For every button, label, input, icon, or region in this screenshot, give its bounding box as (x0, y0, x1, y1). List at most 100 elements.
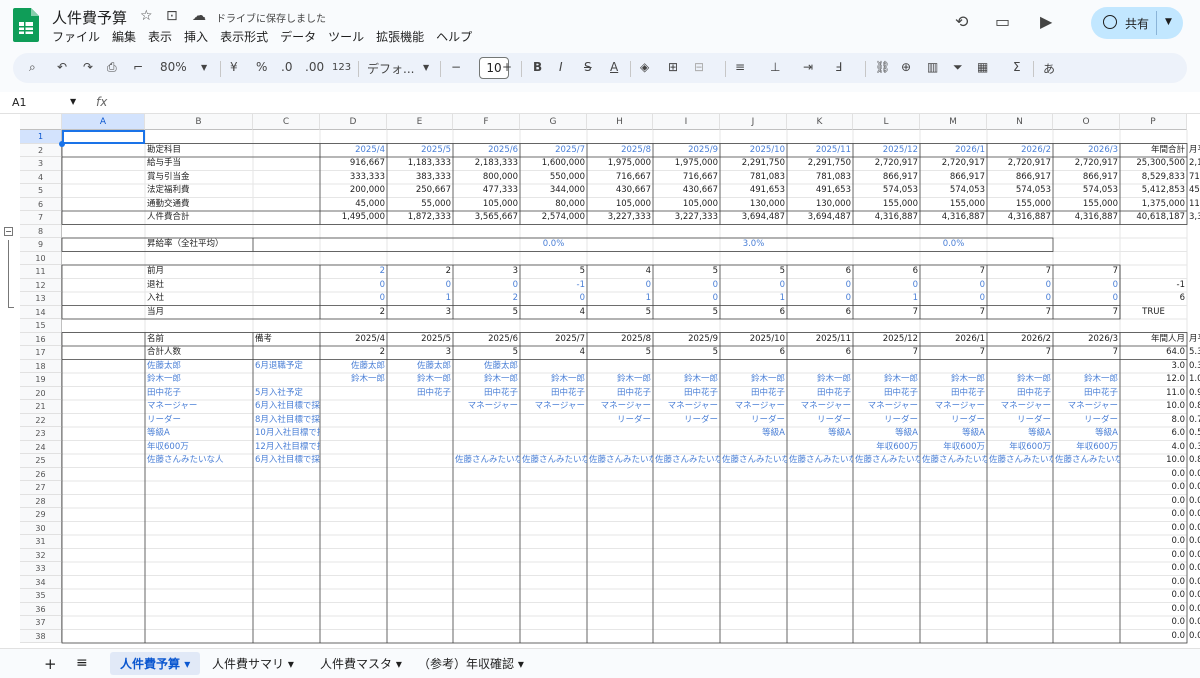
budget-annual-total[interactable]: 1,375,000 (1120, 198, 1187, 212)
headcount-value[interactable]: 0 (387, 279, 453, 293)
staff-month-cell[interactable]: 鈴木一郎 (320, 373, 387, 387)
align-vertical-icon[interactable]: ⊥ (770, 60, 780, 74)
headcount-value[interactable]: 7 (920, 306, 987, 320)
staff-month-cell[interactable]: 田中花子 (920, 387, 987, 401)
spreadsheet-grid[interactable]: A B C D E F G H I J K L M N O P 1 2 3 4 5 6 7 8 9 10 11 12 13 14 15 16 1… (0, 114, 1200, 648)
budget-value[interactable]: 1,975,000 (653, 157, 720, 171)
fill-color-icon[interactable]: ◈ (640, 60, 649, 74)
headcount-value[interactable]: 0 (320, 292, 387, 306)
budget-value[interactable]: 477,333 (453, 184, 520, 198)
staff-avg-person-months[interactable]: 0.8 (1187, 454, 1200, 468)
headcount-label[interactable]: 入社 (145, 292, 320, 306)
headcount-value[interactable]: 1 (387, 292, 453, 306)
input-tools-button[interactable]: あ (1043, 60, 1055, 77)
staff-person-months[interactable]: 11.0 (1120, 387, 1187, 401)
staff-month-header[interactable]: 2025/8 (587, 333, 653, 347)
share-button[interactable]: 共有 ▼ (1091, 7, 1183, 39)
menu-format[interactable]: 表示形式 (220, 28, 268, 46)
staff-month-cell[interactable]: 佐藤さんみたいな人 (453, 454, 520, 468)
staff-month-cell[interactable]: 佐藤さんみたいな人 (520, 454, 587, 468)
staff-month-cell[interactable]: リーダー (720, 414, 787, 428)
add-sheet-icon[interactable]: + (44, 655, 57, 673)
staff-month-cell[interactable]: 佐藤さんみたいな人 (987, 454, 1053, 468)
budget-value[interactable]: 155,000 (853, 198, 920, 212)
headcount-check[interactable]: TRUE (1120, 306, 1187, 320)
budget-value[interactable]: 430,667 (587, 184, 653, 198)
empty-avg-person-months[interactable]: 0.0 (1187, 522, 1200, 536)
staff-month-cell[interactable]: 等級A (853, 427, 920, 441)
text-wrap-icon[interactable]: ⇥ (803, 60, 813, 74)
staff-note[interactable]: 10月入社目標で採用 (253, 427, 320, 441)
month-header[interactable]: 2025/7 (520, 144, 587, 158)
budget-value[interactable]: 1,183,333 (387, 157, 453, 171)
month-header[interactable]: 2025/10 (720, 144, 787, 158)
month-header[interactable]: 2025/11 (787, 144, 853, 158)
total-headcount-value[interactable]: 7 (1053, 346, 1120, 360)
headcount-value[interactable]: 7 (920, 265, 987, 279)
increase-font-size-icon[interactable]: + (502, 60, 512, 74)
fill-handle[interactable] (59, 140, 65, 147)
headcount-label[interactable]: 当月 (145, 306, 320, 320)
empty-avg-person-months[interactable]: 0.0 (1187, 589, 1200, 603)
headcount-value[interactable]: 3 (453, 265, 520, 279)
staff-month-cell[interactable]: マネージャー (453, 400, 520, 414)
empty-avg-person-months[interactable]: 0.0 (1187, 495, 1200, 509)
budget-value[interactable]: 574,053 (920, 184, 987, 198)
headcount-value[interactable]: 0 (653, 279, 720, 293)
budget-row-label[interactable]: 法定福利費 (145, 184, 320, 198)
budget-value[interactable]: 200,000 (320, 184, 387, 198)
staff-name[interactable]: 田中花子 (145, 387, 253, 401)
menu-extensions[interactable]: 拡張機能 (376, 28, 424, 46)
undo-icon[interactable]: ↶ (57, 60, 67, 74)
budget-value[interactable]: 45,000 (320, 198, 387, 212)
headcount-value[interactable]: 0 (987, 279, 1053, 293)
staff-month-cell[interactable]: リーダー (587, 414, 653, 428)
total-headcount-value[interactable]: 7 (920, 346, 987, 360)
budget-value[interactable]: 2,720,917 (920, 157, 987, 171)
budget-value[interactable]: 344,000 (520, 184, 587, 198)
total-headcount-value[interactable]: 2 (320, 346, 387, 360)
staff-avg-person-months[interactable]: 0.5 (1187, 427, 1200, 441)
headcount-value[interactable]: 2 (453, 292, 520, 306)
budget-monthly-avg[interactable]: 710,819 (1187, 171, 1200, 185)
staff-month-header[interactable]: 2025/10 (720, 333, 787, 347)
budget-value[interactable]: 333,333 (320, 171, 387, 185)
staff-name[interactable]: 佐藤太郎 (145, 360, 253, 374)
staff-month-header[interactable]: 2025/7 (520, 333, 587, 347)
budget-value[interactable]: 130,000 (787, 198, 853, 212)
budget-value[interactable]: 3,565,667 (453, 211, 520, 225)
tab-jinkenhi-summary[interactable]: 人件費サマリ ▾ (212, 655, 294, 672)
staff-month-cell[interactable]: 佐藤さんみたいな人 (920, 454, 987, 468)
staff-avg-person-months[interactable]: 0.3 (1187, 441, 1200, 455)
month-header[interactable]: 2025/12 (853, 144, 920, 158)
empty-avg-person-months[interactable]: 0.0 (1187, 616, 1200, 630)
align-horizontal-icon[interactable]: ≡ (735, 60, 745, 74)
staff-avg-person-months[interactable]: 0.7 (1187, 414, 1200, 428)
sheets-logo-icon[interactable] (13, 8, 39, 42)
staff-month-cell[interactable]: 年収600万 (987, 441, 1053, 455)
headcount-value[interactable]: 4 (520, 306, 587, 320)
filter-icon[interactable]: ⏷ (953, 60, 963, 75)
staff-month-cell[interactable]: リーダー (1053, 414, 1120, 428)
budget-value[interactable]: 2,291,750 (787, 157, 853, 171)
total-headcount-label[interactable]: 合計人数 (145, 346, 320, 360)
headcount-value[interactable]: 5 (587, 306, 653, 320)
staff-month-cell[interactable]: 鈴木一郎 (787, 373, 853, 387)
headcount-value[interactable]: 0 (587, 279, 653, 293)
font-select[interactable]: デフォ... (367, 60, 414, 77)
headcount-value[interactable]: 0 (1053, 292, 1120, 306)
budget-value[interactable]: 155,000 (987, 198, 1053, 212)
staff-note[interactable]: 6月退職予定 (253, 360, 320, 374)
paint-format-icon[interactable]: ⌐ (133, 60, 143, 74)
budget-value[interactable]: 383,333 (387, 171, 453, 185)
month-header[interactable]: 2026/2 (987, 144, 1053, 158)
headcount-value[interactable]: 7 (853, 306, 920, 320)
headcount-value[interactable]: 0 (1053, 279, 1120, 293)
staff-month-cell[interactable]: マネージャー (587, 400, 653, 414)
selected-cell-a1[interactable] (62, 130, 145, 144)
empty-person-months[interactable]: 0.0 (1120, 535, 1187, 549)
avg-person-months-header[interactable]: 月平均人月 (1187, 333, 1200, 347)
headcount-value[interactable]: -1 (520, 279, 587, 293)
staff-month-cell[interactable]: 鈴木一郎 (520, 373, 587, 387)
budget-value[interactable]: 916,667 (320, 157, 387, 171)
